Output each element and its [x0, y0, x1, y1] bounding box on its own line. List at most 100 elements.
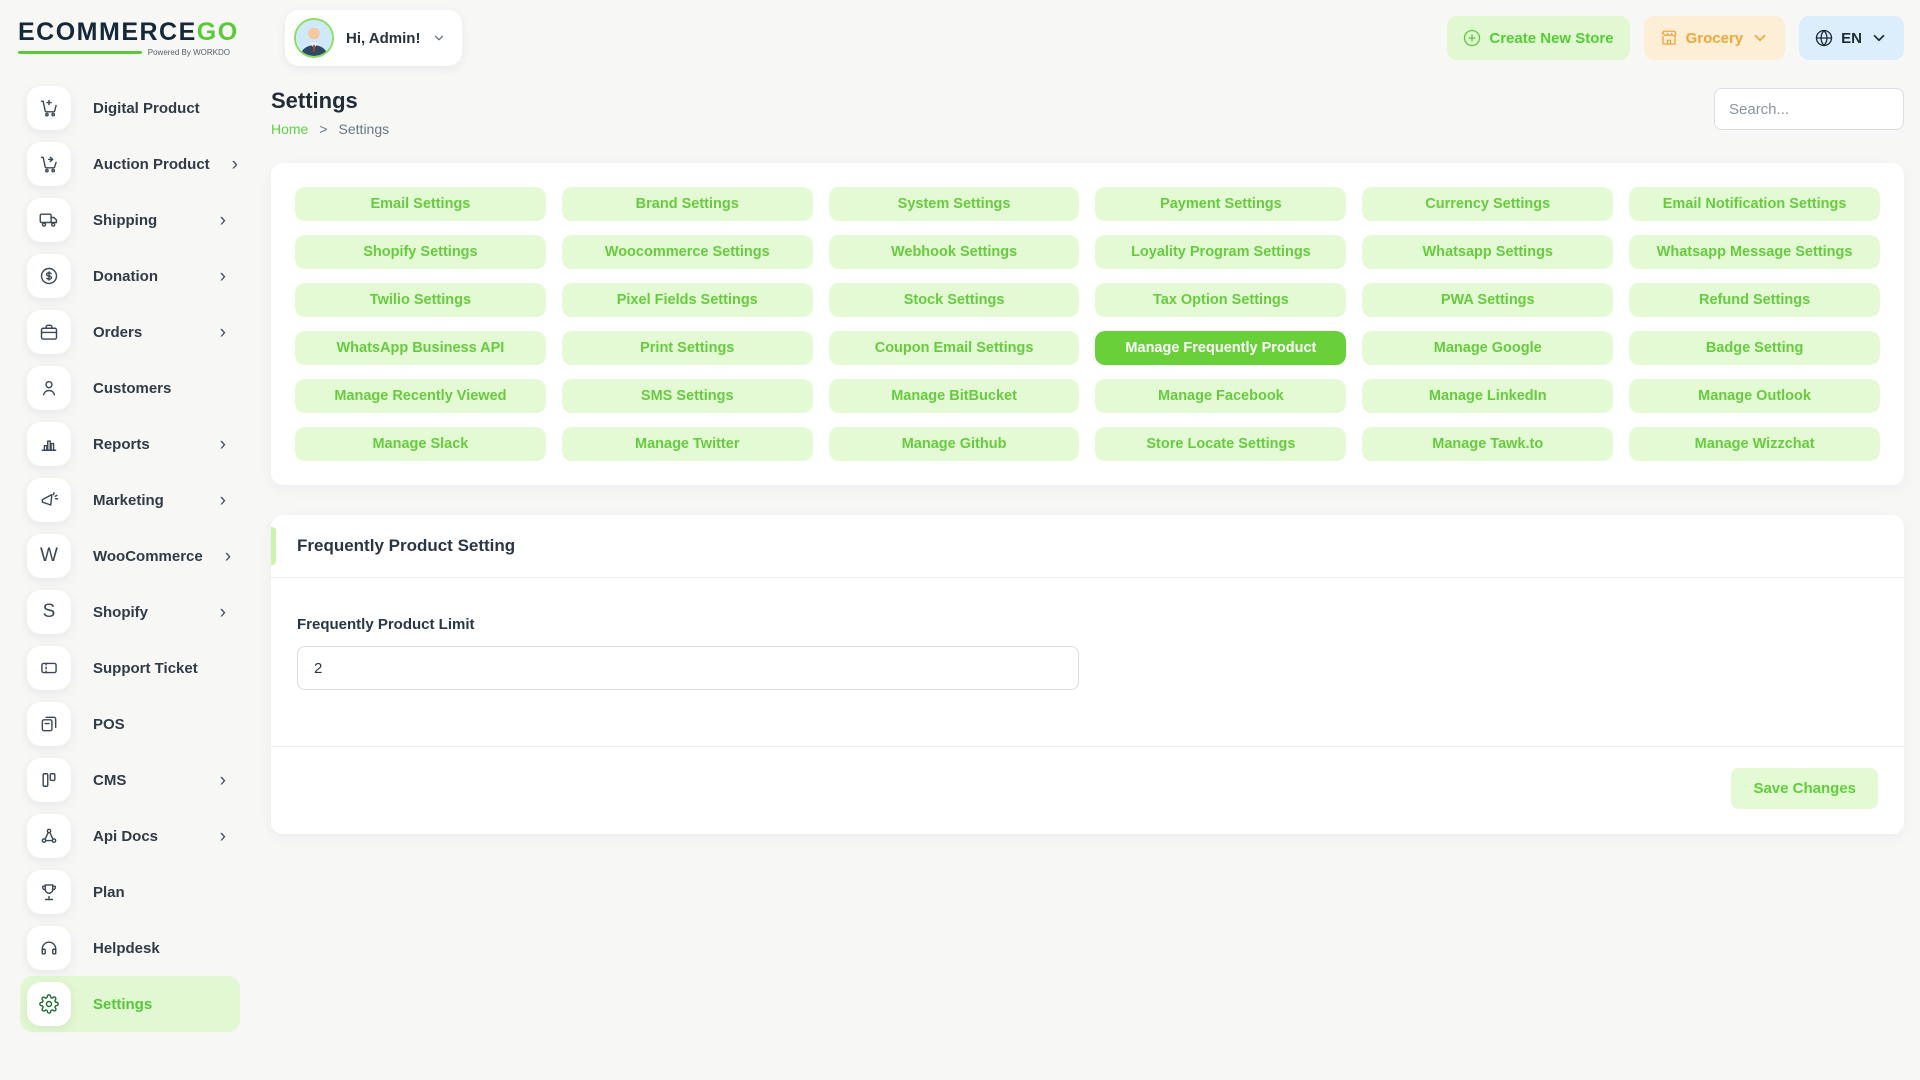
settings-tab-refund-settings[interactable]: Refund Settings [1629, 283, 1880, 317]
sidebar-item-label: Shipping [93, 212, 198, 229]
sidebar-item-label: Api Docs [93, 828, 198, 845]
settings-tab-manage-github[interactable]: Manage Github [829, 427, 1080, 461]
settings-tab-manage-linkedin[interactable]: Manage LinkedIn [1362, 379, 1613, 413]
cms-icon [27, 758, 71, 802]
settings-tab-manage-recently-viewed[interactable]: Manage Recently Viewed [295, 379, 546, 413]
settings-tab-manage-wizzchat[interactable]: Manage Wizzchat [1629, 427, 1880, 461]
chevron-down-icon [432, 31, 446, 45]
settings-tab-manage-tawk-to[interactable]: Manage Tawk.to [1362, 427, 1613, 461]
settings-nav-grid: Email Settings Brand Settings System Setti… [295, 187, 1880, 461]
topbar: ECOMMERCEGO Powered By WORKDO Hi, Admin!… [0, 0, 1920, 76]
language-selector-button[interactable]: EN [1799, 16, 1904, 60]
sidebar-item-label: Shopify [93, 604, 198, 621]
settings-tab-badge-setting[interactable]: Badge Setting [1629, 331, 1880, 365]
settings-tab-manage-google[interactable]: Manage Google [1362, 331, 1613, 365]
create-new-store-button[interactable]: Create New Store [1447, 16, 1629, 60]
sidebar-item-customers[interactable]: Customers [20, 360, 240, 416]
language-label: EN [1841, 30, 1862, 47]
settings-tab-store-locate-settings[interactable]: Store Locate Settings [1095, 427, 1346, 461]
panel-title: Frequently Product Setting [271, 515, 1904, 578]
chevron-right-icon: › [232, 155, 238, 174]
settings-tab-manage-slack[interactable]: Manage Slack [295, 427, 546, 461]
settings-tab-brand-settings[interactable]: Brand Settings [562, 187, 813, 221]
frequently-product-limit-input[interactable] [297, 646, 1079, 690]
sidebar-item-donation[interactable]: Donation › [20, 248, 240, 304]
sidebar-item-shopify[interactable]: SShopify› [20, 584, 240, 640]
chevron-right-icon: › [225, 547, 231, 566]
brand-name-primary: ECOMMERCE [18, 18, 197, 46]
sidebar-item-label: Orders [93, 324, 198, 341]
settings-tab-whatsapp-settings[interactable]: Whatsapp Settings [1362, 235, 1613, 269]
sidebar-item-plan[interactable]: Plan [20, 864, 240, 920]
chevron-right-icon: › [220, 323, 226, 342]
headphones-icon [27, 926, 71, 970]
settings-tab-sms-settings[interactable]: SMS Settings [562, 379, 813, 413]
greeting-label: Hi, Admin! [346, 30, 420, 47]
settings-tab-shopify-settings[interactable]: Shopify Settings [295, 235, 546, 269]
chevron-right-icon: › [220, 827, 226, 846]
settings-tab-currency-settings[interactable]: Currency Settings [1362, 187, 1613, 221]
settings-tab-system-settings[interactable]: System Settings [829, 187, 1080, 221]
chevron-right-icon: › [220, 771, 226, 790]
profile-menu[interactable]: Hi, Admin! [285, 10, 462, 66]
sidebar-item-marketing[interactable]: Marketing› [20, 472, 240, 528]
sidebar-item-label: Donation [93, 268, 198, 285]
sidebar-item-reports[interactable]: Reports› [20, 416, 240, 472]
settings-tab-tax-option-settings[interactable]: Tax Option Settings [1095, 283, 1346, 317]
settings-tab-webhook-settings[interactable]: Webhook Settings [829, 235, 1080, 269]
settings-tab-coupon-email-settings[interactable]: Coupon Email Settings [829, 331, 1080, 365]
store-selector-label: Grocery [1686, 30, 1744, 47]
sidebar-item-settings[interactable]: Settings [20, 976, 240, 1032]
settings-nav-card: Email Settings Brand Settings System Setti… [271, 163, 1904, 485]
settings-tab-stock-settings[interactable]: Stock Settings [829, 283, 1080, 317]
settings-tab-payment-settings[interactable]: Payment Settings [1095, 187, 1346, 221]
sidebar-item-cms[interactable]: CMS› [20, 752, 240, 808]
breadcrumb-home-link[interactable]: Home [271, 121, 308, 137]
settings-tab-print-settings[interactable]: Print Settings [562, 331, 813, 365]
chevron-right-icon: › [220, 267, 226, 286]
breadcrumb-separator: > [319, 121, 327, 137]
settings-tab-whatsapp-business-api[interactable]: WhatsApp Business API [295, 331, 546, 365]
frequently-product-panel: Frequently Product Setting Frequently Pr… [271, 515, 1904, 834]
settings-tab-manage-outlook[interactable]: Manage Outlook [1629, 379, 1880, 413]
sidebar-item-label: Auction Product [93, 156, 210, 173]
gear-icon [27, 982, 71, 1026]
settings-tab-whatsapp-message-settings[interactable]: Whatsapp Message Settings [1629, 235, 1880, 269]
brand-name: ECOMMERCEGO [18, 20, 245, 45]
settings-tab-pixel-fields-settings[interactable]: Pixel Fields Settings [562, 283, 813, 317]
settings-tab-manage-frequently-product[interactable]: Manage Frequently Product [1095, 331, 1346, 365]
settings-tab-manage-twitter[interactable]: Manage Twitter [562, 427, 813, 461]
storefront-icon [1660, 29, 1678, 47]
sidebar-item-pos[interactable]: POS [20, 696, 240, 752]
sidebar-item-shipping[interactable]: Shipping› [20, 192, 240, 248]
avatar [294, 18, 334, 58]
sidebar-item-orders[interactable]: Orders › [20, 304, 240, 360]
settings-tab-email-settings[interactable]: Email Settings [295, 187, 546, 221]
main-content: Settings Home > Settings Email SettingsB… [245, 76, 1920, 834]
sidebar-item-support-ticket[interactable]: Support Ticket [20, 640, 240, 696]
create-new-store-label: Create New Store [1489, 30, 1613, 47]
settings-tab-loyality-program-settings[interactable]: Loyality Program Settings [1095, 235, 1346, 269]
settings-tab-manage-facebook[interactable]: Manage Facebook [1095, 379, 1346, 413]
settings-tab-twilio-settings[interactable]: Twilio Settings [295, 283, 546, 317]
settings-tab-woocommerce-settings[interactable]: Woocommerce Settings [562, 235, 813, 269]
sidebar-item-auction-product[interactable]: Auction Product › [20, 136, 240, 192]
sidebar-item-digital-product[interactable]: Digital Product [20, 80, 240, 136]
frequently-product-limit-label: Frequently Product Limit [297, 616, 1878, 633]
sidebar-item-woocommerce[interactable]: WWooCommerce› [20, 528, 240, 584]
dollar-circle-icon [27, 254, 71, 298]
chevron-down-icon [1751, 29, 1769, 47]
settings-tab-pwa-settings[interactable]: PWA Settings [1362, 283, 1613, 317]
sidebar-item-helpdesk[interactable]: Helpdesk [20, 920, 240, 976]
sidebar-item-api-docs[interactable]: Api Docs › [20, 808, 240, 864]
bar-chart-icon [27, 422, 71, 466]
brand-logo[interactable]: ECOMMERCEGO Powered By WORKDO [0, 20, 245, 57]
save-changes-button[interactable]: Save Changes [1731, 768, 1878, 809]
sidebar-item-label: Settings [93, 996, 226, 1013]
store-selector-button[interactable]: Grocery [1644, 16, 1786, 60]
settings-tab-manage-bitbucket[interactable]: Manage BitBucket [829, 379, 1080, 413]
trophy-icon [27, 870, 71, 914]
shopify-icon: S [27, 590, 71, 634]
search-input[interactable] [1714, 88, 1904, 130]
settings-tab-email-notification-settings[interactable]: Email Notification Settings [1629, 187, 1880, 221]
